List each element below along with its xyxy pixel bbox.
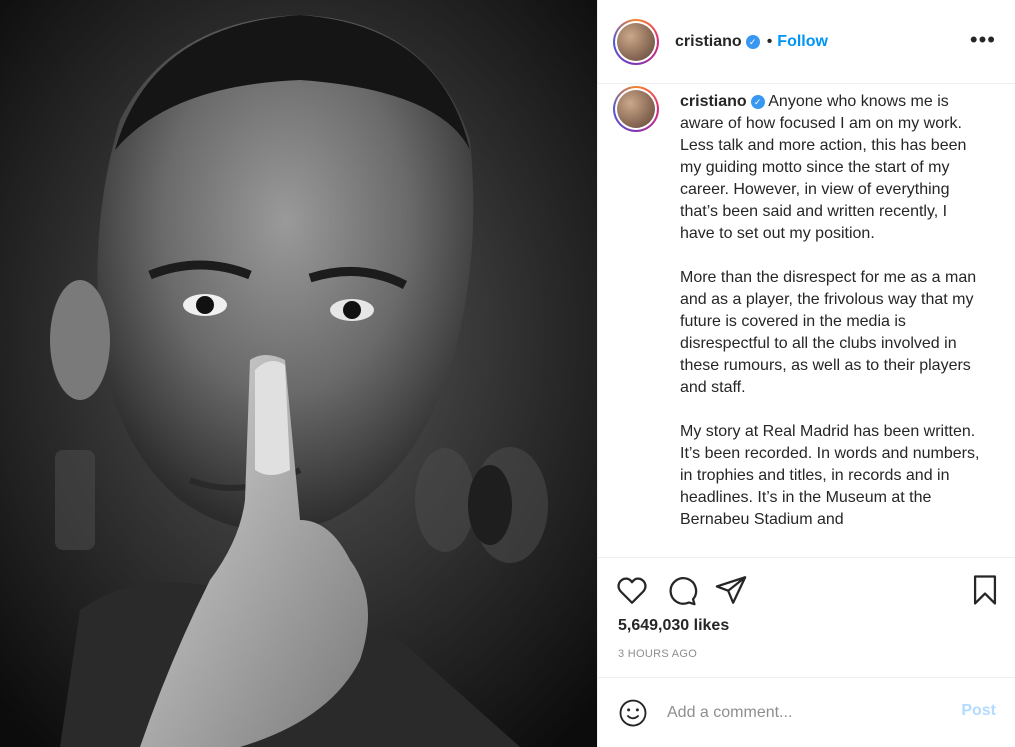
caption-username[interactable]: cristiano: [680, 93, 747, 110]
avatar[interactable]: [613, 18, 659, 65]
likes-count[interactable]: 5,649,030 likes: [618, 617, 729, 635]
post-header: cristiano ✓ • Follow •••: [598, 0, 1015, 84]
verified-badge-icon: ✓: [745, 34, 760, 49]
comment-input[interactable]: [667, 700, 937, 726]
avatar-image: [617, 22, 655, 61]
post-side-panel: cristiano ✓ • Follow ••• cristiano ✓ Anyo…: [597, 0, 1015, 747]
caption-avatar[interactable]: [613, 86, 659, 132]
post-photo[interactable]: [0, 0, 597, 747]
post-comment-button[interactable]: Post: [961, 702, 996, 720]
follow-button[interactable]: Follow: [777, 33, 828, 51]
post-timestamp[interactable]: 3 HOURS AGO: [618, 648, 697, 660]
post-photo-image: [0, 0, 597, 747]
send-icon[interactable]: [714, 573, 748, 607]
smiley-icon[interactable]: [618, 698, 648, 728]
heart-icon[interactable]: [615, 573, 649, 607]
more-options-icon[interactable]: •••: [970, 29, 996, 51]
post-actions: 5,649,030 likes 3 HOURS AGO: [598, 557, 1015, 677]
bookmark-icon[interactable]: [968, 573, 1002, 607]
caption-paragraph: My story at Real Madrid has been written…: [680, 423, 980, 528]
caption-text: cristiano ✓ Anyone who knows me is aware …: [680, 91, 980, 531]
add-comment-bar: Post: [598, 677, 1015, 747]
caption: cristiano ✓ Anyone who knows me is aware …: [598, 84, 1015, 531]
instagram-post: cristiano ✓ • Follow ••• cristiano ✓ Anyo…: [0, 0, 1015, 747]
caption-paragraph: More than the disrespect for me as a man…: [680, 269, 977, 396]
separator-dot: •: [766, 32, 773, 50]
verified-badge-icon: ✓: [750, 94, 765, 109]
comments-area[interactable]: cristiano ✓ Anyone who knows me is aware …: [598, 84, 1015, 557]
username-link[interactable]: cristiano: [675, 33, 742, 51]
caption-paragraph: cristiano ✓ Anyone who knows me is aware …: [680, 93, 967, 242]
comment-bubble-icon[interactable]: [664, 573, 698, 607]
